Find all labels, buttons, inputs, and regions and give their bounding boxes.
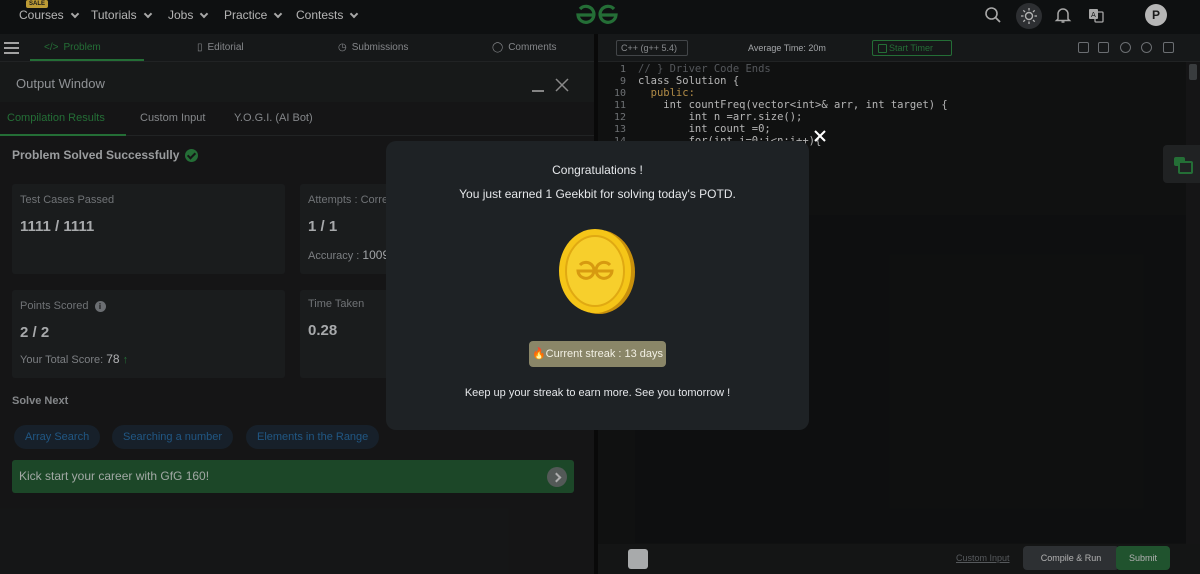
streak-badge: 🔥Current streak : 13 days [529, 341, 666, 367]
congratulations-modal: Congratulations ! You just earned 1 Geek… [386, 141, 809, 430]
close-icon[interactable] [812, 128, 828, 144]
modal-title: Congratulations ! [552, 163, 643, 177]
modal-footer: Keep up your streak to earn more. See yo… [464, 387, 731, 399]
modal-subtitle: You just earned 1 Geekbit for solving to… [459, 187, 736, 201]
geekbit-coin-icon [559, 229, 635, 314]
